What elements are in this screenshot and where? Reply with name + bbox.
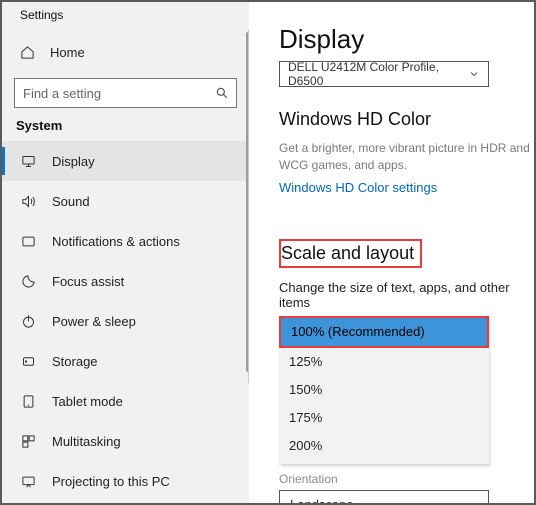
sidebar-item-label: Projecting to this PC [52,474,170,489]
nav-list: Display Sound Notifications & actions Fo… [2,141,249,501]
scale-option-125[interactable]: 125% [279,348,489,376]
home-button[interactable]: Home [2,34,249,70]
tablet-icon [20,394,36,409]
sidebar-item-label: Tablet mode [52,394,123,409]
main-panel: Display DELL U2412M Color Profile, D6500… [249,2,534,503]
hd-color-desc: Get a brighter, more vibrant picture in … [279,140,534,174]
scale-option-175[interactable]: 175% [279,404,489,432]
sidebar-item-label: Sound [52,194,90,209]
scale-option-100[interactable]: 100% (Recommended) [281,318,487,346]
chevron-down-icon [468,68,480,80]
hd-color-title: Windows HD Color [279,109,534,130]
home-label: Home [50,45,85,60]
hd-color-link[interactable]: Windows HD Color settings [279,180,437,195]
orientation-selected: Landscape [290,497,354,503]
scrollbar-thumb[interactable] [246,32,248,372]
search-icon [215,86,229,100]
sidebar-item-label: Storage [52,354,98,369]
sidebar-item-label: Multitasking [52,434,121,449]
page-title: Display [279,24,534,55]
orientation-dropdown[interactable]: Landscape [279,490,489,503]
color-profile-dropdown[interactable]: DELL U2412M Color Profile, D6500 [279,61,489,87]
sidebar-item-power[interactable]: Power & sleep [2,301,249,341]
power-icon [20,314,36,329]
sidebar-item-projecting[interactable]: Projecting to this PC [2,461,249,501]
speaker-icon [20,194,36,209]
sidebar-item-display[interactable]: Display [2,141,249,181]
home-icon [20,45,36,60]
scale-title: Scale and layout [279,239,422,268]
color-profile-selected: DELL U2412M Color Profile, D6500 [288,60,468,88]
sidebar-item-label: Notifications & actions [52,234,180,249]
settings-window: Settings Home System Dis [0,0,536,505]
orientation-label: Orientation [279,472,534,486]
sidebar-item-label: Power & sleep [52,314,136,329]
scale-option-200[interactable]: 200% [279,432,489,460]
sidebar-item-focus-assist[interactable]: Focus assist [2,261,249,301]
multitask-icon [20,434,36,449]
group-title: System [2,118,249,133]
moon-icon [20,274,36,289]
scale-dropdown-list: 125% 150% 175% 200% [279,348,489,464]
sidebar-item-notifications[interactable]: Notifications & actions [2,221,249,261]
scale-dropdown-selected-box: 100% (Recommended) [279,316,489,348]
sidebar-item-label: Focus assist [52,274,124,289]
chevron-down-icon [466,499,478,503]
storage-icon [20,354,36,369]
sidebar-item-tablet[interactable]: Tablet mode [2,381,249,421]
search-input[interactable] [14,78,237,108]
notification-icon [20,234,36,249]
sidebar-item-multitasking[interactable]: Multitasking [2,421,249,461]
projecting-icon [20,474,36,489]
sidebar-item-sound[interactable]: Sound [2,181,249,221]
sidebar-item-label: Display [52,154,95,169]
sidebar-item-storage[interactable]: Storage [2,341,249,381]
search-wrap [14,78,237,108]
scale-subtitle: Change the size of text, apps, and other… [279,280,534,310]
scale-option-150[interactable]: 150% [279,376,489,404]
window-title: Settings [2,8,249,22]
monitor-icon [20,154,36,169]
sidebar: Settings Home System Dis [2,2,249,503]
